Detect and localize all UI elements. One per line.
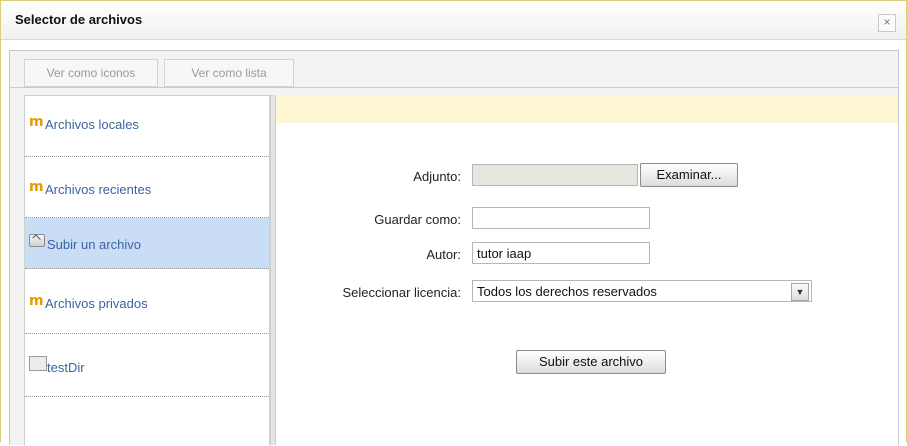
sidebar-item-recent-files[interactable]: m Archivos recientes [25,157,269,218]
sidebar-item-label: Subir un archivo [47,237,141,252]
moodle-icon: m [29,293,44,309]
upload-icon [29,234,45,247]
sidebar-item-local-files[interactable]: m Archivos locales [25,96,269,157]
view-as-list-button[interactable]: Ver como lista [164,59,294,87]
sidebar-item-label: testDir [47,360,85,375]
moodle-icon: m [29,114,44,130]
notice-bar [276,95,898,123]
file-picker-body: Ver como iconos Ver como lista m Archivo… [9,50,899,446]
view-toolbar: Ver como iconos Ver como lista [10,51,898,88]
chevron-down-icon[interactable]: ▼ [791,283,809,301]
browse-button[interactable]: Examinar... [640,163,738,187]
sidebar-item-label: Archivos privados [45,296,148,311]
sidebar-item-upload-file[interactable]: Subir un archivo [25,218,269,269]
sidebar-item-label: Archivos locales [45,117,139,132]
upload-panel: Adjunto: Examinar... Guardar como: Autor… [276,95,898,445]
view-as-icons-button[interactable]: Ver como iconos [24,59,158,87]
folder-icon [29,356,47,371]
dialog-title: Selector de archivos [15,12,143,27]
sidebar-item-private-files[interactable]: m Archivos privados [25,269,269,334]
moodle-icon: m [29,179,44,195]
close-icon: × [883,15,891,29]
license-select[interactable]: Todos los derechos reservados ▼ [472,280,812,302]
sidebar-item-testdir[interactable]: testDir [25,334,269,397]
sidebar-item-label: Archivos recientes [45,182,152,197]
repository-sidebar: m Archivos locales m Archivos recientes … [24,95,270,446]
save-as-field[interactable] [472,207,650,229]
license-label: Seleccionar licencia: [342,285,461,300]
attachment-field[interactable] [472,164,638,186]
upload-icon-wrapper [29,234,45,250]
license-selected-value: Todos los derechos reservados [477,284,657,299]
dialog-titlebar: Selector de archivos × [1,1,906,40]
author-label: Autor: [426,247,461,262]
close-button[interactable]: × [878,14,896,32]
attachment-label: Adjunto: [413,169,461,184]
author-field[interactable]: tutor iaap [472,242,650,264]
save-as-label: Guardar como: [374,212,461,227]
upload-file-button[interactable]: Subir este archivo [516,350,666,374]
folder-icon-wrapper [29,356,47,374]
file-picker-dialog: Selector de archivos × Ver como iconos V… [0,0,907,446]
